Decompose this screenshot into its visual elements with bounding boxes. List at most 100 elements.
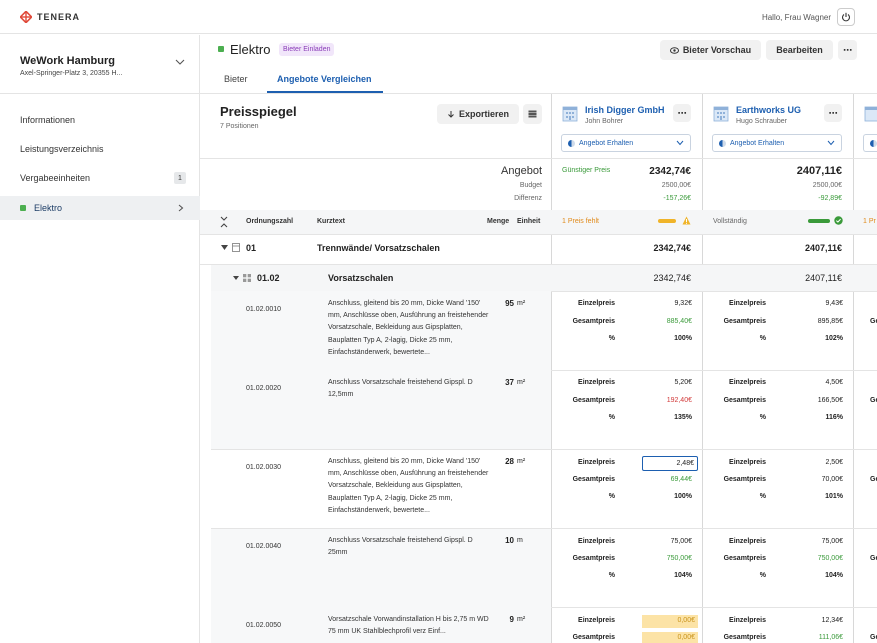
einzelpreis-value[interactable]: 12,34€ xyxy=(780,617,843,624)
logout-button[interactable] xyxy=(837,8,855,26)
gesamtpreis-label: Gesamtpreis xyxy=(723,397,766,404)
percent-label: % xyxy=(608,335,615,342)
gesamtpreis-value: 895,85€ xyxy=(817,318,843,325)
group-oz: 01 xyxy=(246,243,257,253)
sidebar-item-label: Elektro xyxy=(34,203,63,213)
position-oz: 01.02.0020 xyxy=(246,385,282,392)
gesamtpreis-value: 69,44€ xyxy=(670,476,692,483)
position-text: Anschluss, gleitend bis 20 mm, Dicke Wan… xyxy=(328,300,489,356)
tabs-divider xyxy=(200,93,877,94)
difference-value: -92,89€ xyxy=(818,195,842,202)
percent-value: 101% xyxy=(825,493,843,500)
einzelpreis-label: Einzelpreis xyxy=(729,538,766,545)
position-oz: 01.02.0010 xyxy=(246,306,282,313)
bidder-contact: John Bohrer xyxy=(585,118,624,125)
invite-bidders-badge[interactable]: Bieter Einladen xyxy=(279,43,335,56)
position-text: Anschluss Vorsatzschale freistehend Gips… xyxy=(328,537,473,557)
status-pie-icon xyxy=(719,139,726,147)
einzelpreis-value[interactable]: 5,20€ xyxy=(630,379,692,386)
sidebar-divider xyxy=(0,93,200,94)
gesamtpreis-label: Gesamtpreis xyxy=(723,318,766,325)
completeness-text: Vollständig xyxy=(713,218,747,225)
gesamtpreis-label-partial: Ge xyxy=(870,318,877,325)
position-einheit: m² xyxy=(517,300,526,307)
column-header-ordnungszahl[interactable]: Ordnungszahl xyxy=(246,218,293,225)
caret-down-icon[interactable] xyxy=(221,245,228,250)
tab-bieter[interactable]: Bieter xyxy=(224,74,248,84)
einzelpreis-value[interactable]: 75,00€ xyxy=(630,538,692,545)
bidder-name[interactable]: Earthworks UG xyxy=(736,105,801,115)
column-settings-button[interactable] xyxy=(523,104,542,124)
einzelpreis-input[interactable]: 2,48€ xyxy=(642,456,698,471)
percent-value: 116% xyxy=(825,414,843,421)
tab-angebote-vergleichen[interactable]: Angebote Vergleichen xyxy=(277,74,372,84)
sidebar-item-vergabeeinheiten[interactable]: Vergabeeinheiten 1 xyxy=(0,166,200,190)
more-options-button[interactable]: ⋯ xyxy=(838,40,857,60)
folder-icon xyxy=(232,243,240,252)
einzelpreis-value[interactable]: 75,00€ xyxy=(780,538,843,545)
missing-price-field[interactable]: 0,00€ xyxy=(642,615,698,628)
status-pie-icon xyxy=(568,139,575,147)
einzelpreis-value[interactable]: 2,50€ xyxy=(780,459,843,466)
einzelpreis-label: Einzelpreis xyxy=(578,379,615,386)
status-dot xyxy=(218,46,224,52)
offer-status-select[interactable]: Angebot Erhalten xyxy=(561,134,691,152)
column-header-kurztext[interactable]: Kurztext xyxy=(317,218,345,225)
caret-down-icon[interactable] xyxy=(233,276,239,280)
edit-button-label: Bearbeiten xyxy=(776,45,823,55)
bidder-name[interactable]: Irish Digger GmbH xyxy=(585,105,665,115)
gesamtpreis-value: 70,00€ xyxy=(821,476,843,483)
completeness-bar xyxy=(808,219,830,223)
divider xyxy=(211,528,877,529)
bidder-more-button[interactable]: ⋯ xyxy=(824,104,842,122)
offer-total: 2407,11€ xyxy=(796,165,842,177)
percent-label: % xyxy=(608,493,615,500)
list-icon xyxy=(528,110,537,118)
greeting: Hallo, Frau Wagner xyxy=(761,13,831,22)
position-menge: 95 xyxy=(505,299,514,308)
expand-collapse-icon[interactable] xyxy=(220,216,228,228)
sidebar-item-elektro[interactable]: Elektro xyxy=(0,196,200,220)
offer-status-select[interactable] xyxy=(863,134,877,152)
offer-status-select[interactable]: Angebot Erhalten xyxy=(712,134,842,152)
gesamtpreis-value: 885,40€ xyxy=(666,318,692,325)
bidder-preview-button[interactable]: Bieter Vorschau xyxy=(660,40,761,60)
position-oz: 01.02.0040 xyxy=(246,543,282,550)
column-header-einheit[interactable]: Einheit xyxy=(517,218,540,225)
position-menge: 10 xyxy=(505,536,514,545)
bidder-more-button[interactable]: ⋯ xyxy=(673,104,691,122)
budget-value: 2500,00€ xyxy=(661,182,691,189)
chevron-down-icon[interactable] xyxy=(175,58,185,66)
export-button[interactable]: Exportieren xyxy=(437,104,519,124)
einzelpreis-label: Einzelpreis xyxy=(578,300,615,307)
offer-status-value: Angebot Erhalten xyxy=(579,139,634,147)
column-divider xyxy=(853,94,854,643)
power-icon xyxy=(841,12,851,22)
logo[interactable]: TENERA xyxy=(20,11,80,23)
completeness-text: 1 Pr xyxy=(863,218,876,225)
einzelpreis-label: Einzelpreis xyxy=(578,617,615,624)
percent-value: 104% xyxy=(825,572,843,579)
einzelpreis-label: Einzelpreis xyxy=(578,459,615,466)
sidebar-item-label: Vergabeeinheiten xyxy=(20,173,91,183)
gesamtpreis-value: 192,40€ xyxy=(666,397,692,404)
position-menge: 9 xyxy=(509,615,514,624)
tenera-logo-icon xyxy=(20,11,32,23)
gesamtpreis-value: 750,00€ xyxy=(817,555,843,562)
completeness-bar xyxy=(658,219,676,223)
more-icon: ⋯ xyxy=(677,107,687,118)
einzelpreis-value[interactable]: 4,50€ xyxy=(780,379,843,386)
group-title: Trennwände/ Vorsatzschalen xyxy=(317,243,440,253)
sidebar-item-informationen[interactable]: Informationen xyxy=(0,108,200,132)
arrow-down-icon xyxy=(448,111,454,118)
einzelpreis-value[interactable]: 9,43€ xyxy=(780,300,843,307)
sidebar-item-leistungsverzeichnis[interactable]: Leistungsverzeichnis xyxy=(0,137,200,161)
chevron-down-icon xyxy=(676,140,684,146)
brand-name: TENERA xyxy=(37,12,81,22)
einzelpreis-value[interactable]: 9,32€ xyxy=(630,300,692,307)
edit-button[interactable]: Bearbeiten xyxy=(766,40,833,60)
einzelpreis-label: Einzelpreis xyxy=(729,459,766,466)
position-menge: 37 xyxy=(505,378,514,387)
column-header-menge[interactable]: Menge xyxy=(487,218,509,225)
status-dot xyxy=(20,205,26,211)
